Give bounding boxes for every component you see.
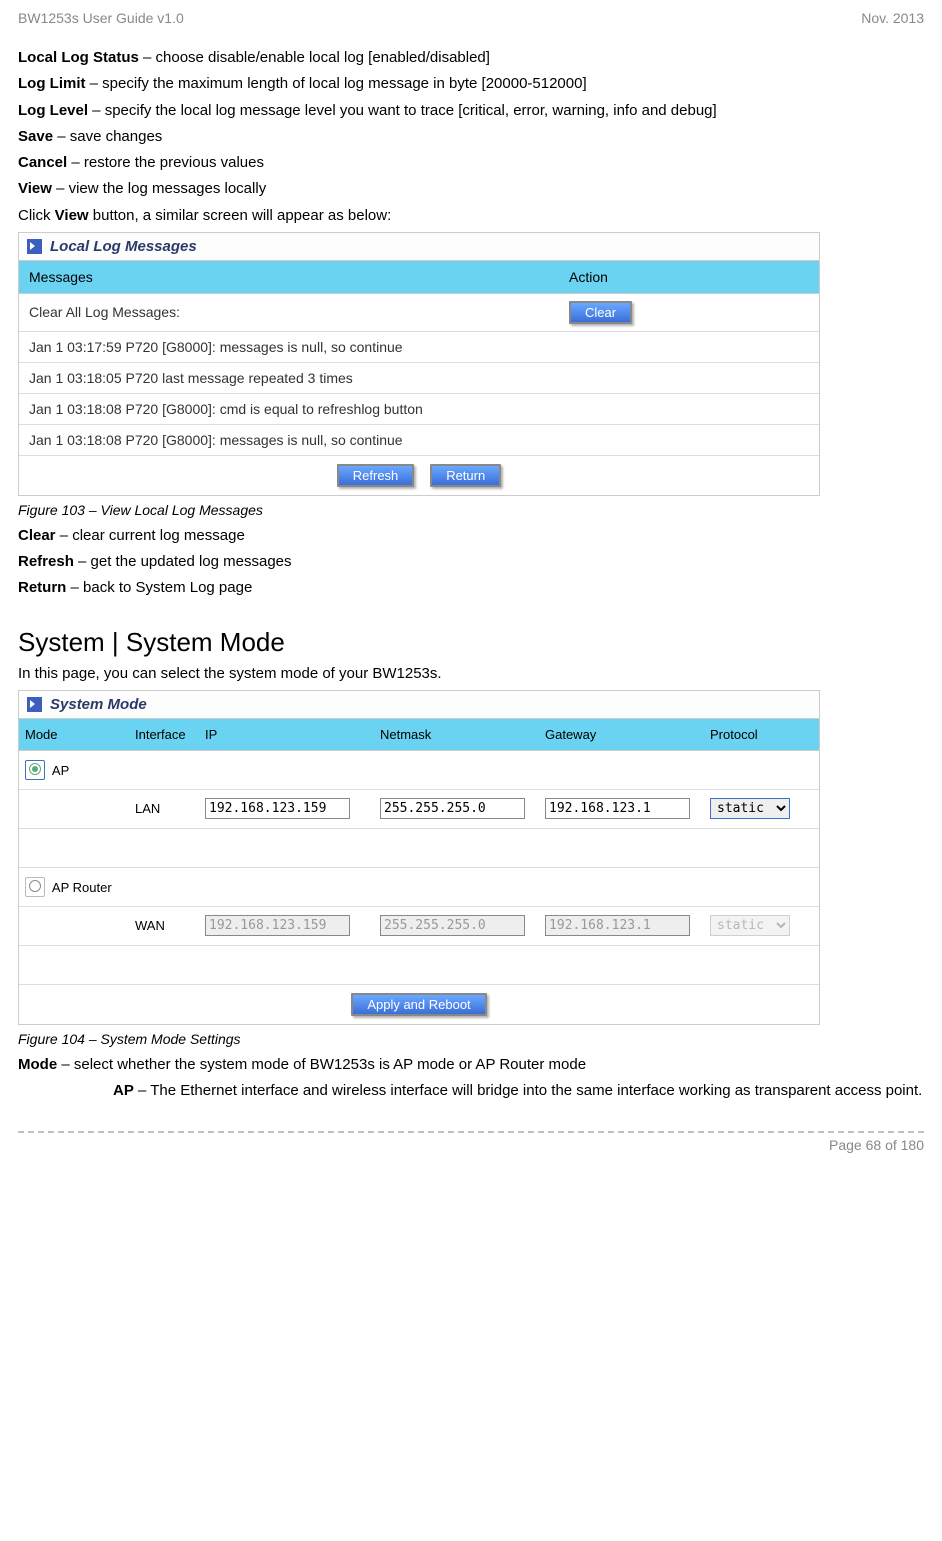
wan-row: WAN static [19, 907, 819, 946]
lan-label: LAN [129, 795, 199, 822]
wan-gateway-input [545, 915, 690, 936]
footer-divider [18, 1131, 924, 1133]
figure-104-caption: Figure 104 – System Mode Settings [18, 1031, 924, 1047]
col-messages: Messages [19, 261, 559, 293]
ap-radio[interactable] [25, 760, 45, 780]
def-local-log-status: Local Log Status – choose disable/enable… [18, 48, 924, 68]
log-row: Jan 1 03:17:59 P720 [G8000]: messages is… [19, 332, 819, 363]
ap-label: AP [52, 763, 69, 778]
figure-103-caption: Figure 103 – View Local Log Messages [18, 502, 924, 518]
system-mode-panel: System Mode Mode Interface IP Netmask Ga… [18, 690, 820, 1025]
radio-unselected-icon [29, 880, 41, 892]
ap-mode-row: AP [19, 751, 819, 790]
wan-ip-input [205, 915, 350, 936]
def-mode: Mode – select whether the system mode of… [18, 1055, 924, 1075]
panel-title: Local Log Messages [50, 238, 197, 255]
mode-footer: Apply and Reboot [19, 985, 819, 1024]
local-log-panel: Local Log Messages Messages Action Clear… [18, 232, 820, 496]
log-footer: Refresh Return [19, 456, 819, 495]
clear-button[interactable]: Clear [569, 301, 632, 324]
def-log-limit: Log Limit – specify the maximum length o… [18, 74, 924, 94]
ap-router-radio[interactable] [25, 877, 45, 897]
system-mode-intro: In this page, you can select the system … [18, 664, 924, 684]
click-view-note: Click View button, a similar screen will… [18, 206, 924, 226]
log-row: Jan 1 03:18:08 P720 [G8000]: messages is… [19, 425, 819, 456]
wan-label: WAN [129, 912, 199, 939]
def-cancel: Cancel – restore the previous values [18, 153, 924, 173]
system-mode-heading: System | System Mode [18, 627, 924, 658]
log-row: Jan 1 03:18:08 P720 [G8000]: cmd is equa… [19, 394, 819, 425]
return-button[interactable]: Return [430, 464, 501, 487]
log-table-header: Messages Action [19, 261, 819, 294]
page-header: BW1253s User Guide v1.0 Nov. 2013 [18, 10, 924, 26]
spacer-row [19, 829, 819, 868]
def-view: View – view the log messages locally [18, 179, 924, 199]
page-number: Page 68 of 180 [18, 1137, 924, 1153]
col-ip: IP [199, 719, 374, 750]
def-ap-mode: AP – The Ethernet interface and wireless… [113, 1081, 924, 1101]
doc-date: Nov. 2013 [861, 10, 924, 26]
clear-row: Clear All Log Messages: Clear [19, 294, 819, 332]
lan-ip-input[interactable] [205, 798, 350, 819]
doc-title: BW1253s User Guide v1.0 [18, 10, 184, 26]
col-protocol: Protocol [704, 719, 814, 750]
col-netmask: Netmask [374, 719, 539, 750]
mode-table-header: Mode Interface IP Netmask Gateway Protoc… [19, 719, 819, 751]
refresh-button[interactable]: Refresh [337, 464, 415, 487]
col-mode: Mode [19, 719, 129, 750]
log-row: Jan 1 03:18:05 P720 last message repeate… [19, 363, 819, 394]
apply-reboot-button[interactable]: Apply and Reboot [351, 993, 486, 1016]
ap-router-label: AP Router [52, 880, 112, 895]
def-return: Return – back to System Log page [18, 578, 924, 598]
def-refresh: Refresh – get the updated log messages [18, 552, 924, 572]
def-save: Save – save changes [18, 127, 924, 147]
lan-gateway-input[interactable] [545, 798, 690, 819]
arrow-icon [27, 697, 42, 712]
wan-protocol-select: static [710, 915, 790, 936]
ap-router-mode-row: AP Router [19, 868, 819, 907]
panel2-header: System Mode [19, 691, 819, 719]
col-gateway: Gateway [539, 719, 704, 750]
def-clear: Clear – clear current log message [18, 526, 924, 546]
radio-selected-icon [29, 763, 41, 775]
col-action: Action [559, 261, 819, 293]
lan-row: LAN static [19, 790, 819, 829]
arrow-icon [27, 239, 42, 254]
lan-netmask-input[interactable] [380, 798, 525, 819]
panel2-title: System Mode [50, 696, 147, 713]
panel-header: Local Log Messages [19, 233, 819, 261]
def-log-level: Log Level – specify the local log messag… [18, 101, 924, 121]
col-interface: Interface [129, 719, 199, 750]
clear-label: Clear All Log Messages: [19, 297, 559, 327]
wan-netmask-input [380, 915, 525, 936]
spacer-row [19, 946, 819, 985]
lan-protocol-select[interactable]: static [710, 798, 790, 819]
